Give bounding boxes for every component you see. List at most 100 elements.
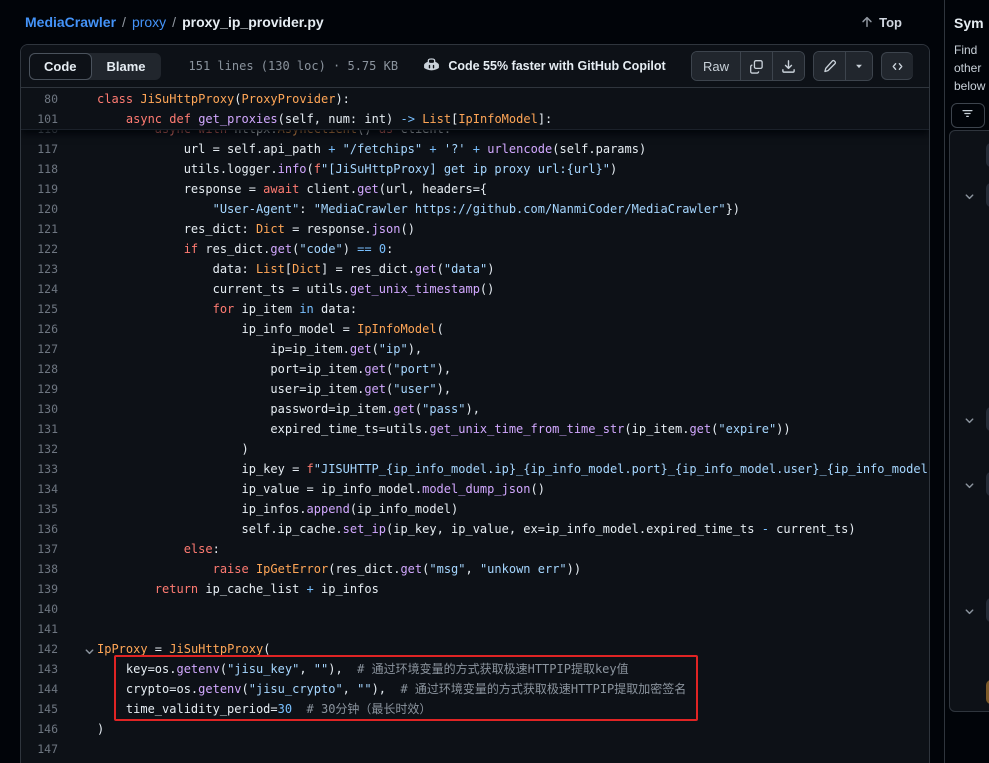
back-to-top-label: Top — [879, 15, 902, 30]
edit-options-dropdown[interactable] — [846, 52, 872, 80]
symbols-panel-title: Sym — [945, 0, 989, 31]
code-line: 117 url = self.api_path + "/fetchips" + … — [21, 139, 929, 159]
line-number[interactable]: 143 — [21, 659, 58, 679]
code-line: 138 raise IpGetError(res_dict.get("msg",… — [21, 559, 929, 579]
code-line: 123 data: List[Dict] = res_dict.get("dat… — [21, 259, 929, 279]
symbols-panel-toggle-button[interactable] — [881, 52, 913, 80]
code-lines: 116 async with httpx.AsyncClient() as cl… — [21, 119, 929, 759]
line-number[interactable]: 145 — [21, 699, 58, 719]
line-number[interactable]: 130 — [21, 399, 58, 419]
line-number[interactable]: 121 — [21, 219, 58, 239]
code-text: ip_infos.append(ip_info_model) — [97, 499, 929, 519]
line-number[interactable]: 134 — [21, 479, 58, 499]
gutter — [58, 719, 97, 739]
line-number[interactable]: 133 — [21, 459, 58, 479]
code-line: 101 async def get_proxies(self, num: int… — [21, 109, 929, 129]
line-number[interactable]: 127 — [21, 339, 58, 359]
line-number[interactable]: 120 — [21, 199, 58, 219]
breadcrumb: MediaCrawler / proxy / proxy_ip_provider… — [25, 14, 324, 30]
line-number[interactable]: 125 — [21, 299, 58, 319]
download-raw-button[interactable] — [773, 52, 804, 80]
caret-down-icon — [854, 61, 864, 71]
line-number[interactable]: 117 — [21, 139, 58, 159]
code-line: 132 ) — [21, 439, 929, 459]
chevron-down-icon[interactable] — [964, 413, 975, 431]
copy-raw-button[interactable] — [741, 52, 773, 80]
line-number[interactable]: 131 — [21, 419, 58, 439]
breadcrumb-folder-link[interactable]: proxy — [132, 14, 166, 30]
line-number[interactable]: 139 — [21, 579, 58, 599]
line-number[interactable]: 135 — [21, 499, 58, 519]
tab-code[interactable]: Code — [29, 53, 92, 80]
tab-blame[interactable]: Blame — [92, 53, 161, 80]
symbol-tree-item[interactable] — [950, 143, 989, 167]
code-line: 142IpProxy = JiSuHttpProxy( — [21, 639, 929, 659]
edit-group — [813, 51, 873, 81]
line-number[interactable]: 142 — [21, 639, 58, 659]
arrow-up-icon — [860, 15, 874, 29]
line-number[interactable]: 146 — [21, 719, 58, 739]
chevron-down-icon[interactable] — [964, 604, 975, 622]
code-line: 128 port=ip_item.get("port"), — [21, 359, 929, 379]
breadcrumb-repo-link[interactable]: MediaCrawler — [25, 14, 116, 30]
code-line: 141 — [21, 619, 929, 639]
code-text — [97, 739, 929, 759]
code-brackets-icon — [890, 59, 905, 74]
line-number[interactable]: 144 — [21, 679, 58, 699]
line-number[interactable]: 132 — [21, 439, 58, 459]
code-line: 135 ip_infos.append(ip_info_model) — [21, 499, 929, 519]
line-number[interactable]: 118 — [21, 159, 58, 179]
gutter — [58, 279, 97, 299]
gutter — [58, 219, 97, 239]
code-text: if res_dict.get("code") == 0: — [97, 239, 929, 259]
chevron-down-icon[interactable] — [964, 478, 975, 496]
symbol-tree-item[interactable] — [950, 598, 989, 622]
line-number[interactable]: 141 — [21, 619, 58, 639]
line-number[interactable]: 122 — [21, 239, 58, 259]
symbol-tree-item[interactable] — [950, 183, 989, 207]
edit-file-button[interactable] — [814, 52, 846, 80]
symbol-tree-item[interactable] — [950, 472, 989, 496]
line-number[interactable]: 140 — [21, 599, 58, 619]
line-number[interactable]: 147 — [21, 739, 58, 759]
code-text: time_validity_period=30 # 30分钟（最长时效） — [97, 699, 929, 719]
line-number[interactable]: 137 — [21, 539, 58, 559]
gutter — [58, 399, 97, 419]
code-text: else: — [97, 539, 929, 559]
download-icon — [781, 59, 796, 74]
copilot-banner[interactable]: Code 55% faster with GitHub Copilot — [423, 56, 665, 76]
gutter — [58, 379, 97, 399]
line-number[interactable]: 129 — [21, 379, 58, 399]
chevron-down-icon[interactable] — [964, 189, 975, 207]
code-line: 136 self.ip_cache.set_ip(ip_key, ip_valu… — [21, 519, 929, 539]
copilot-icon — [423, 56, 440, 76]
line-number[interactable]: 128 — [21, 359, 58, 379]
back-to-top-link[interactable]: Top — [860, 15, 930, 30]
code-line: 126 ip_info_model = IpInfoModel( — [21, 319, 929, 339]
code-line: 133 ip_key = f"JISUHTTP_{ip_info_model.i… — [21, 459, 929, 479]
symbols-panel: Sym Find other below — [945, 0, 989, 763]
raw-button[interactable]: Raw — [692, 52, 741, 80]
line-number[interactable]: 126 — [21, 319, 58, 339]
filter-icon — [961, 107, 974, 125]
code-pane: 116 async with httpx.AsyncClient() as cl… — [21, 88, 929, 763]
gutter — [58, 459, 97, 479]
symbol-tree-item[interactable] — [950, 407, 989, 431]
symbols-filter-button[interactable] — [951, 103, 985, 128]
code-line: 118 utils.logger.info(f"[JiSuHttpProxy] … — [21, 159, 929, 179]
line-number[interactable]: 80 — [21, 89, 58, 109]
line-number[interactable]: 101 — [21, 109, 58, 129]
code-text: class JiSuHttpProxy(ProxyProvider): — [97, 89, 929, 109]
symbol-tree-item[interactable] — [950, 680, 989, 704]
code-text: crypto=os.getenv("jisu_crypto", ""), # 通… — [97, 679, 929, 699]
line-number[interactable]: 124 — [21, 279, 58, 299]
gutter — [58, 159, 97, 179]
gutter — [58, 579, 97, 599]
gutter — [58, 539, 97, 559]
code-text: ip_info_model = IpInfoModel( — [97, 319, 929, 339]
gutter — [58, 109, 97, 129]
line-number[interactable]: 119 — [21, 179, 58, 199]
line-number[interactable]: 123 — [21, 259, 58, 279]
line-number[interactable]: 138 — [21, 559, 58, 579]
line-number[interactable]: 136 — [21, 519, 58, 539]
